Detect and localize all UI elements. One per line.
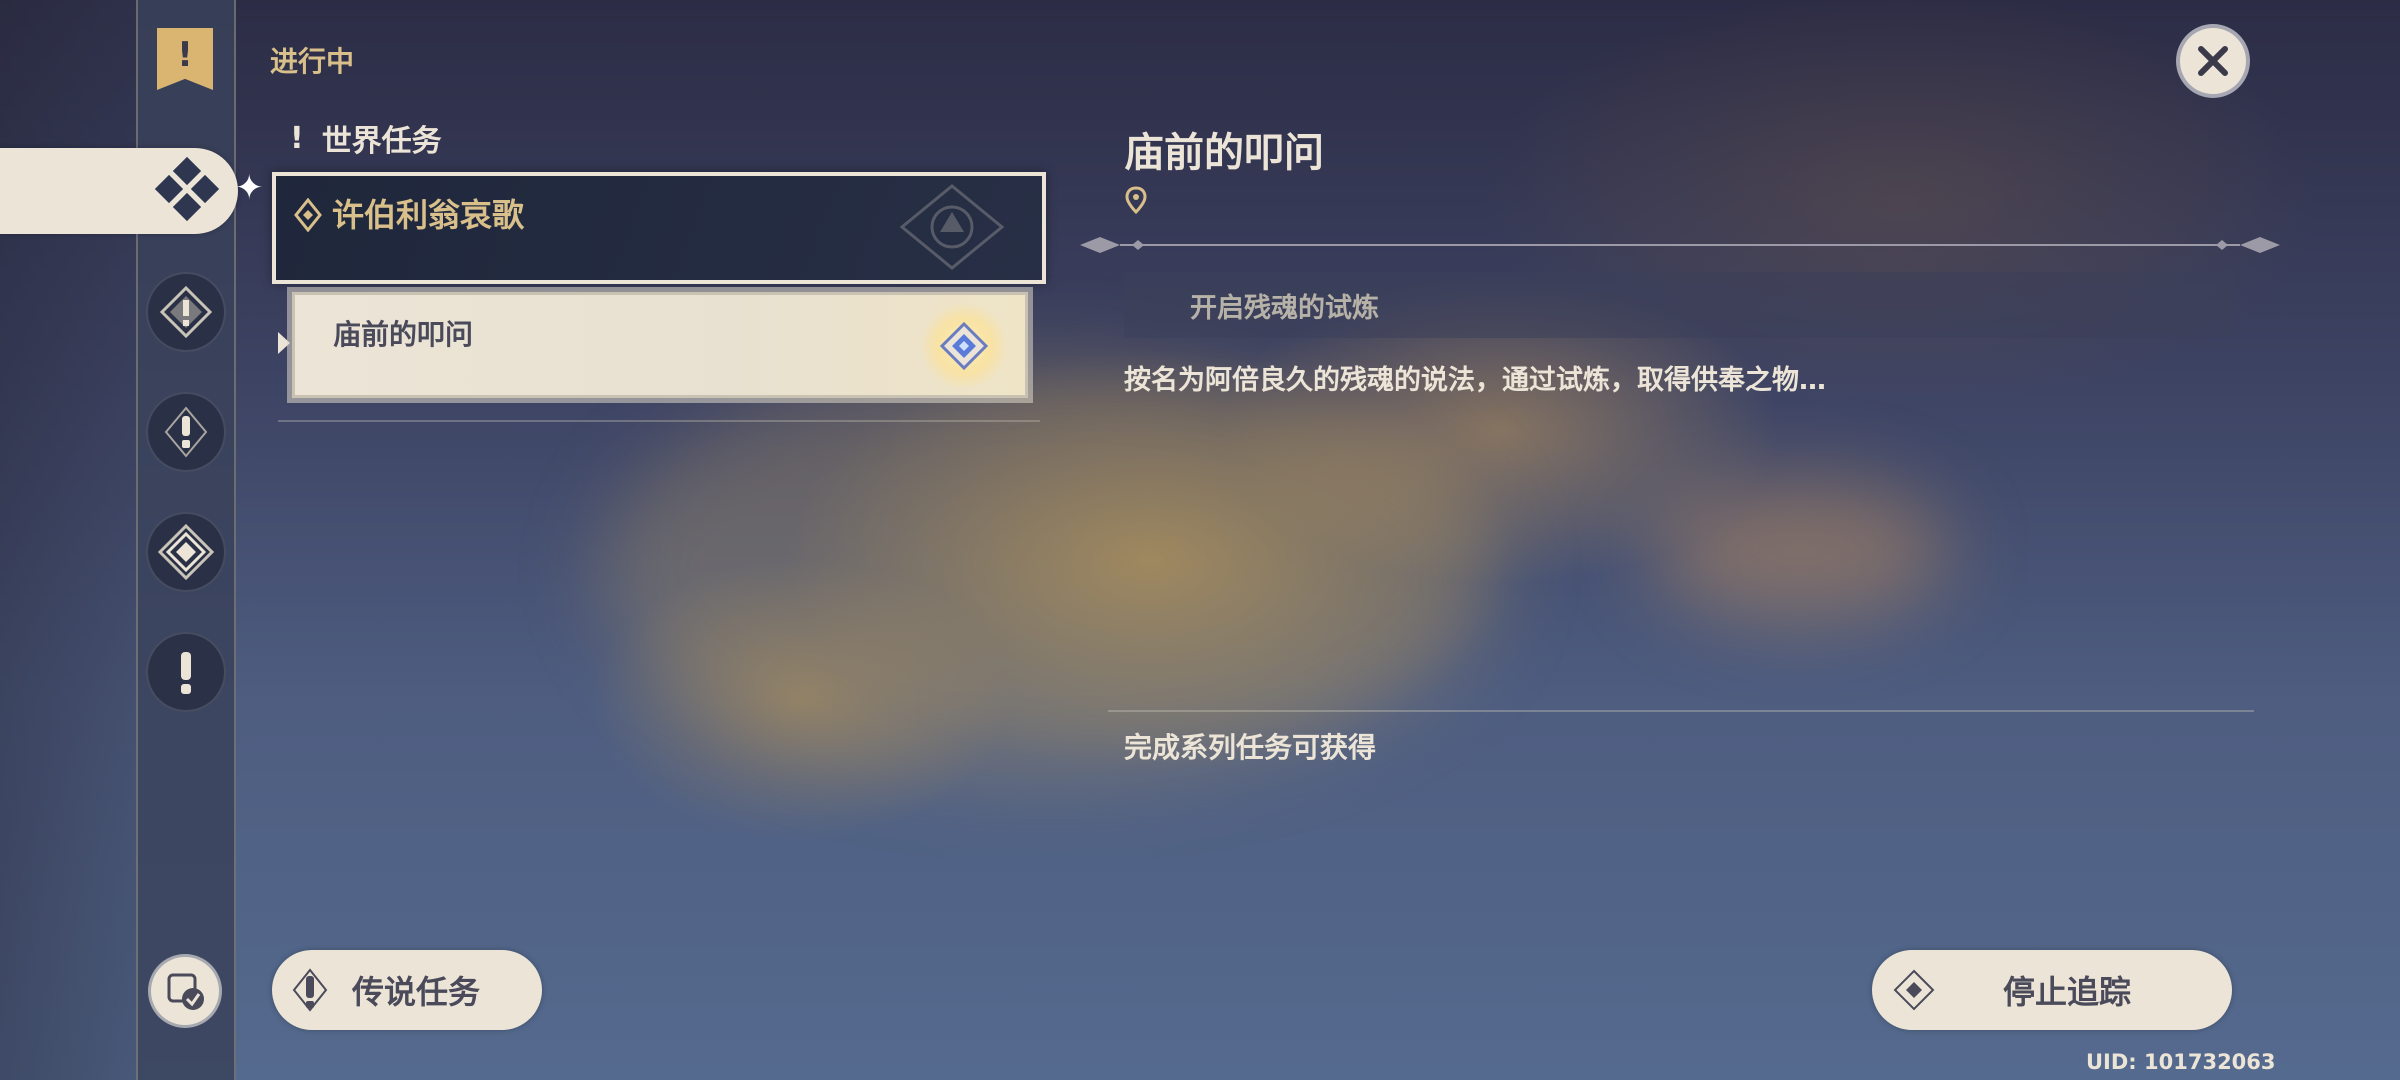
background-light	[600, 360, 1500, 780]
subquest-entry[interactable]: 庙前的叩问	[287, 287, 1033, 403]
reward-label: 完成系列任务可获得	[1124, 731, 1377, 764]
quest-title: 许伯利翁哀歌	[332, 196, 525, 234]
selection-sparkle-icon: ✦	[235, 168, 264, 208]
world-quest-diamond-icon	[150, 152, 224, 226]
legend-quests-label: 传说任务	[352, 973, 481, 1011]
close-icon	[2198, 46, 2228, 76]
world-quest-exclamation-icon: !	[290, 120, 304, 156]
ornamental-divider	[1080, 237, 2280, 253]
quest-description: 按名为阿倍良久的残魂的说法，通过试炼，取得供奉之物…	[1124, 365, 1826, 396]
player-uid: UID: 101732063	[2086, 1050, 2276, 1074]
subquest-title: 庙前的叩问	[333, 318, 474, 351]
legend-quest-icon	[282, 962, 338, 1018]
tracking-marker-icon	[921, 303, 1007, 389]
legend-quests-button[interactable]: 传说任务	[272, 950, 542, 1030]
archon-quest-icon	[159, 285, 213, 339]
subquest-pointer-icon	[278, 332, 290, 354]
commission-quest-icon	[157, 523, 215, 581]
category-label: 世界任务	[321, 124, 442, 159]
world-quest-marker-icon	[294, 198, 322, 232]
sidebar-item-story-quests[interactable]	[146, 392, 226, 472]
location-pin-icon[interactable]	[1124, 186, 1148, 214]
list-divider	[278, 420, 1040, 422]
stop-tracking-button[interactable]: 停止追踪	[1872, 950, 2232, 1030]
quest-emblem-icon	[899, 184, 1005, 270]
stop-tracking-label: 停止追踪	[2002, 973, 2131, 1011]
reward-divider	[1108, 710, 2254, 712]
quest-screen: ! ✦ 进行中 ! 世界任务 许伯利翁哀歌 庙前的叩问 传说任务 庙前的叩问 开…	[0, 0, 2400, 1080]
quest-book-button[interactable]	[148, 954, 222, 1028]
in-progress-heading: 进行中	[270, 45, 355, 78]
background-light	[1650, 480, 1950, 620]
quest-detail-title: 庙前的叩问	[1124, 130, 1324, 176]
objective-text: 开启残魂的试炼	[1190, 293, 1379, 324]
quest-objective: 开启残魂的试炼	[1124, 272, 2236, 338]
sidebar-item-commissions[interactable]	[146, 512, 226, 592]
close-button[interactable]	[2176, 24, 2250, 98]
quest-book-check-icon	[167, 973, 204, 1010]
quest-category-header[interactable]: ! 世界任务	[290, 116, 442, 160]
story-quest-icon	[164, 406, 208, 458]
sidebar-item-archon-quests[interactable]	[146, 272, 226, 352]
tracking-diamond-icon	[1886, 962, 1942, 1018]
quest-entry-selected[interactable]: 许伯利翁哀歌	[272, 172, 1046, 284]
event-quest-icon	[181, 652, 191, 694]
sidebar-item-event-quests[interactable]	[146, 632, 226, 712]
